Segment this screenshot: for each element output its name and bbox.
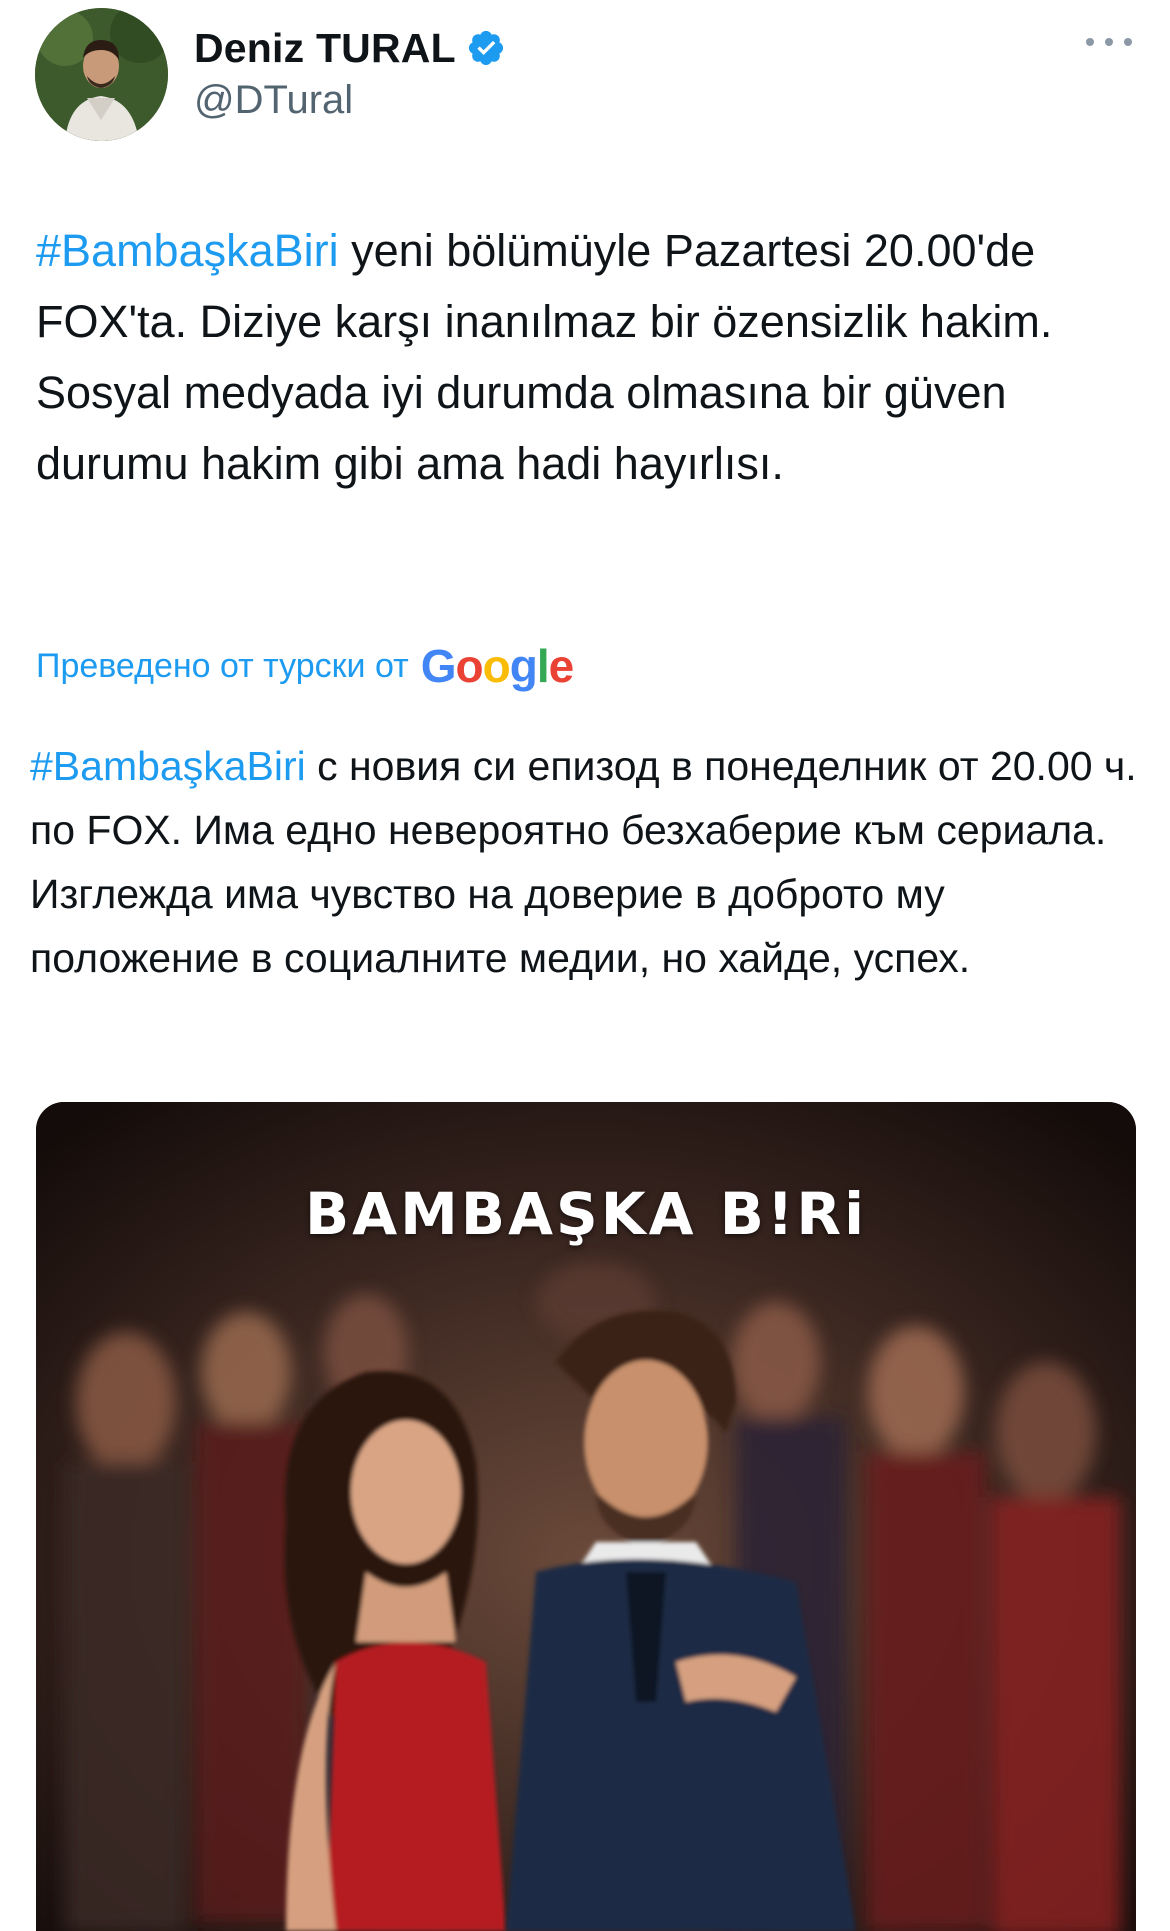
translated-by-label[interactable]: Преведено от турски от xyxy=(36,647,409,686)
google-logo: Google xyxy=(420,640,574,692)
tweet-media-image[interactable]: BAMBAŞKA B!Ri xyxy=(36,1102,1136,1931)
translated-tweet-text: #BambaşkaBiri с новия си епизод в понеде… xyxy=(30,734,1150,990)
poster-title: BAMBAŞKA B!Ri xyxy=(305,1180,867,1248)
author-name-row[interactable]: Deniz TURAL xyxy=(194,22,506,74)
more-options-icon[interactable] xyxy=(1086,30,1132,54)
avatar[interactable] xyxy=(35,8,168,141)
translated-hashtag-link[interactable]: #BambaşkaBiri xyxy=(30,743,306,789)
more-dot xyxy=(1124,38,1132,46)
tweet-hashtag-link[interactable]: #BambaşkaBiri xyxy=(36,225,339,276)
more-dot xyxy=(1086,38,1094,46)
translation-attribution[interactable]: Преведено от турски от Google xyxy=(36,636,574,696)
author-handle[interactable]: @DTural xyxy=(194,78,353,123)
more-dot xyxy=(1105,38,1113,46)
tweet-text: #BambaşkaBiri yeni bölümüyle Pazartesi 2… xyxy=(36,215,1146,499)
author-display-name[interactable]: Deniz TURAL xyxy=(194,25,456,72)
tweet-header: Deniz TURAL @DTural xyxy=(0,0,1170,150)
verified-badge-icon[interactable] xyxy=(466,28,506,68)
avatar-photo xyxy=(35,8,168,141)
